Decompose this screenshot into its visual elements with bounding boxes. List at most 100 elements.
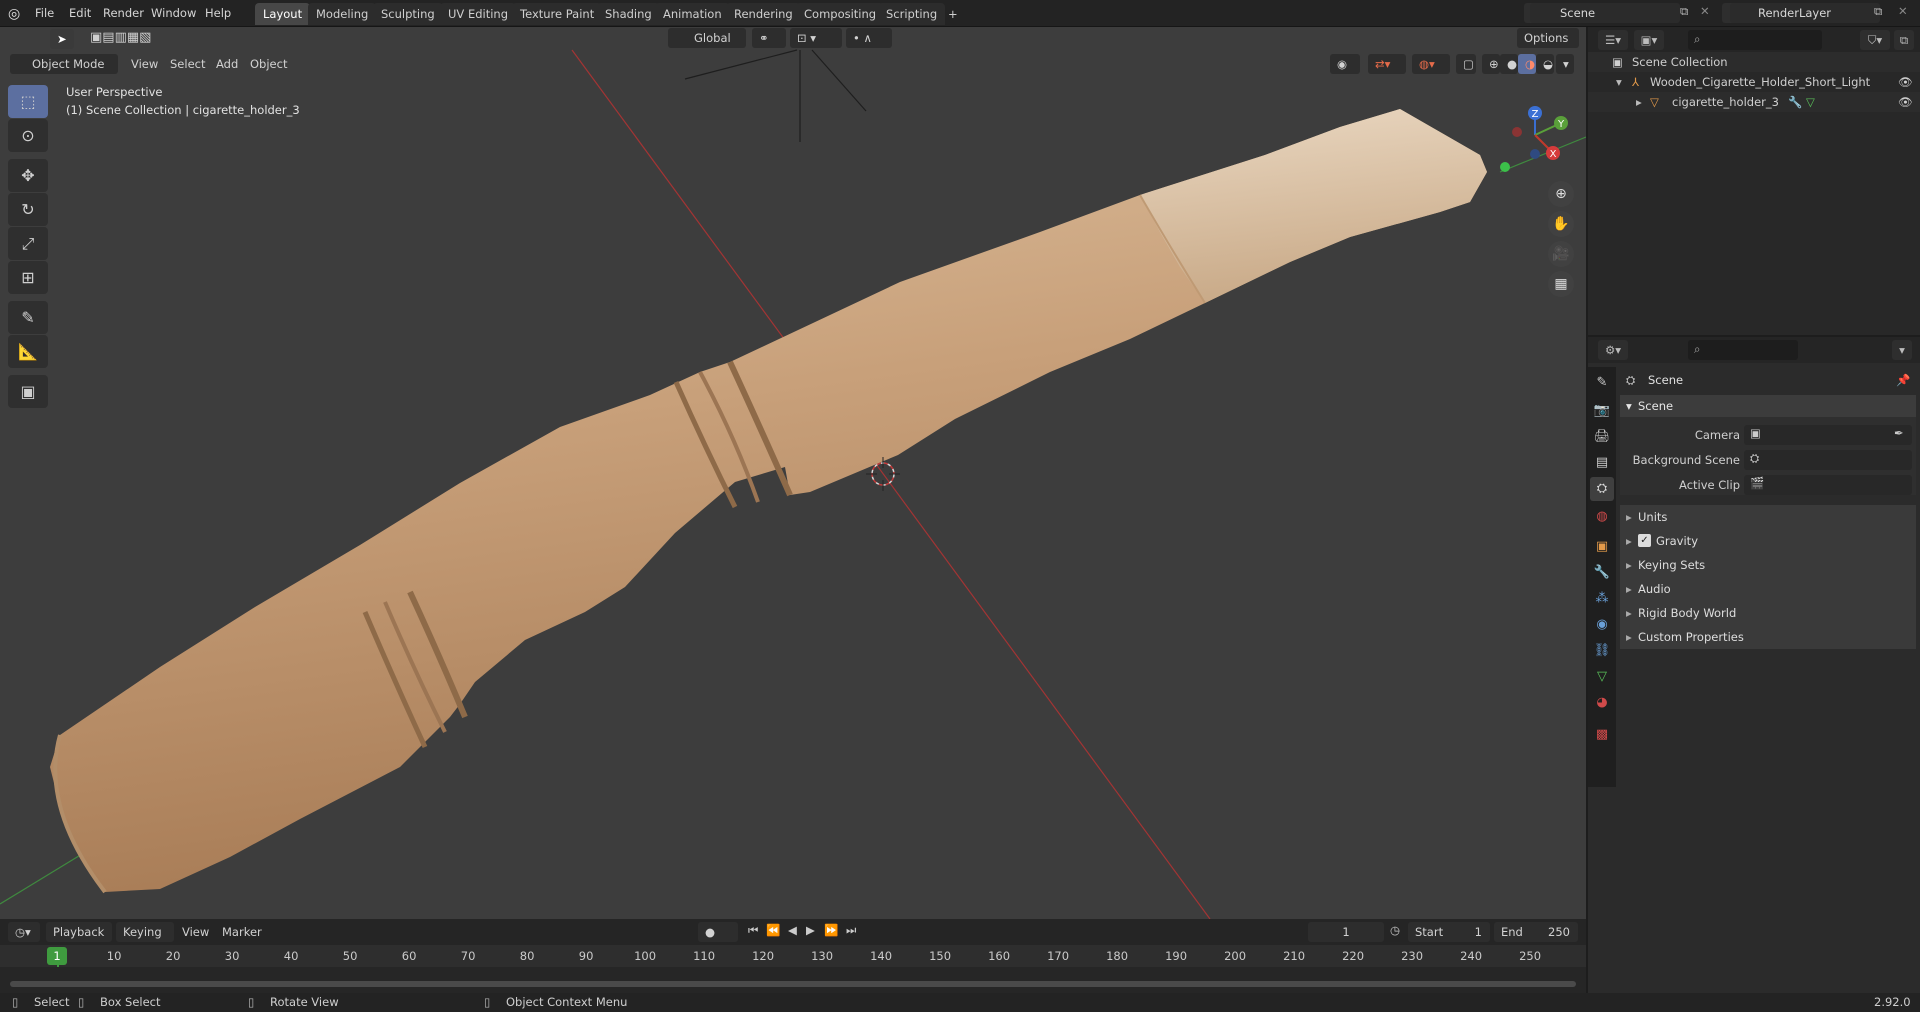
object-tab-icon[interactable]: ▣: [1590, 535, 1614, 559]
constraints-tab-icon[interactable]: ⛓: [1590, 639, 1614, 663]
tool-tab-icon[interactable]: ✎: [1590, 371, 1614, 395]
new-collection-icon[interactable]: ⧉: [1894, 30, 1914, 50]
properties-options-icon[interactable]: ▾: [1892, 340, 1912, 360]
menu-window[interactable]: Window: [144, 0, 203, 27]
shading-rendered-icon[interactable]: ◒: [1536, 54, 1554, 74]
navigation-gizmo[interactable]: Z Y X: [1495, 95, 1575, 185]
proportional-editing-toggle[interactable]: • ∧: [846, 28, 892, 48]
tab-shading[interactable]: Shading: [597, 3, 660, 25]
outliner-display-mode-icon[interactable]: ▣▾: [1634, 30, 1664, 50]
viewport-menu-view[interactable]: View: [131, 54, 158, 74]
eye-icon[interactable]: 👁: [1898, 72, 1913, 92]
properties-editor-type-icon[interactable]: ⚙▾: [1598, 340, 1628, 360]
view-layer-field[interactable]: RenderLayer: [1730, 3, 1880, 23]
new-view-layer-icon[interactable]: ⧉: [1874, 4, 1882, 19]
select-tool-icon[interactable]: ➤: [50, 29, 74, 49]
scene-panel-header[interactable]: ▾ Scene: [1620, 395, 1916, 417]
mesh-data-icon[interactable]: ▽: [1806, 92, 1815, 112]
jump-end-icon[interactable]: ⏭: [846, 923, 856, 938]
gizmo-toggle[interactable]: ⇄▾: [1368, 54, 1406, 74]
camera-field[interactable]: [1744, 425, 1912, 445]
select-box-tool-icon[interactable]: ⬚: [8, 85, 48, 118]
auto-keying-icon[interactable]: ●: [698, 922, 738, 942]
transform-orientation-dropdown[interactable]: Global: [668, 28, 746, 48]
tab-scripting[interactable]: Scripting: [878, 3, 946, 25]
shading-solid-icon[interactable]: ●: [1500, 54, 1518, 74]
outliner-editor-type-icon[interactable]: ☰▾: [1598, 30, 1628, 50]
timeline-editor-type-icon[interactable]: ◷▾: [8, 922, 40, 942]
expand-arrow-icon[interactable]: ▸: [1636, 92, 1642, 112]
timeline-scrollbar[interactable]: [10, 981, 1576, 987]
shading-material-icon[interactable]: ◑: [1518, 54, 1536, 74]
rigid-body-world-panel[interactable]: ▸ Rigid Body World: [1620, 601, 1916, 625]
preview-range-icon[interactable]: ◷: [1390, 923, 1400, 937]
modifiers-tab-icon[interactable]: 🔧: [1590, 561, 1614, 585]
delete-view-layer-icon[interactable]: ✕: [1898, 4, 1908, 18]
gravity-panel[interactable]: ▸ ✓ Gravity: [1620, 529, 1916, 553]
timeline-view-menu[interactable]: View: [182, 922, 209, 942]
viewport-menu-add[interactable]: Add: [216, 54, 238, 74]
background-scene-field[interactable]: [1744, 450, 1912, 470]
eye-icon[interactable]: 👁: [1898, 92, 1913, 112]
particles-tab-icon[interactable]: ⁂: [1590, 587, 1614, 611]
tab-animation[interactable]: Animation: [655, 3, 730, 25]
units-panel[interactable]: ▸ Units: [1620, 505, 1916, 529]
keying-menu[interactable]: Keying: [116, 922, 174, 942]
zoom-icon[interactable]: ⊕: [1548, 181, 1574, 207]
transform-tool-icon[interactable]: ⊞: [8, 261, 48, 294]
outliner-row-scene-collection[interactable]: ▣ Scene Collection: [1588, 52, 1920, 72]
tab-uv-editing[interactable]: UV Editing: [440, 3, 516, 25]
shading-wireframe-icon[interactable]: ⊕: [1482, 54, 1500, 74]
next-keyframe-icon[interactable]: ⏩: [824, 923, 838, 937]
new-scene-icon[interactable]: ⧉: [1680, 4, 1688, 19]
gravity-checkbox[interactable]: ✓: [1638, 534, 1651, 547]
tab-texture-paint[interactable]: Texture Paint: [512, 3, 603, 25]
prev-keyframe-icon[interactable]: ⏪: [766, 923, 780, 937]
tab-modeling[interactable]: Modeling: [308, 3, 377, 25]
scale-tool-icon[interactable]: ⤢: [8, 227, 48, 260]
menu-edit[interactable]: Edit: [62, 0, 98, 27]
pivot-point-dropdown[interactable]: ⚭: [752, 28, 786, 48]
menu-help[interactable]: Help: [198, 0, 238, 27]
3d-viewport[interactable]: Object Mode View Select Add Object ➤ ▣▤▥…: [0, 27, 1586, 919]
menu-render[interactable]: Render: [96, 0, 151, 27]
add-cube-tool-icon[interactable]: ▣: [8, 375, 48, 408]
tab-layout[interactable]: Layout: [255, 3, 311, 25]
world-tab-icon[interactable]: ◍: [1590, 505, 1614, 529]
timeline-track-area[interactable]: [0, 967, 1586, 993]
select-mode-icons[interactable]: ▣▤▥▦▧: [90, 30, 151, 45]
options-dropdown[interactable]: Options: [1517, 28, 1579, 48]
active-clip-field[interactable]: [1744, 475, 1912, 495]
custom-properties-panel[interactable]: ▸ Custom Properties: [1620, 625, 1916, 649]
pin-icon[interactable]: 📌: [1896, 373, 1910, 387]
tab-rendering[interactable]: Rendering: [726, 3, 801, 25]
snap-toggle[interactable]: ⊡ ▾: [790, 28, 842, 48]
eyedropper-icon[interactable]: ✒: [1894, 426, 1904, 440]
overlay-toggle[interactable]: ◍▾: [1412, 54, 1450, 74]
outliner-row-mesh[interactable]: ▸ ▽ cigarette_holder_3 🔧 ▽ 👁: [1588, 92, 1920, 112]
keying-sets-panel[interactable]: ▸ Keying Sets: [1620, 553, 1916, 577]
camera-view-icon[interactable]: 🎥: [1548, 241, 1574, 267]
render-tab-icon[interactable]: 📷: [1590, 399, 1614, 423]
cursor-tool-icon[interactable]: ⊙: [8, 119, 48, 152]
texture-tab-icon[interactable]: ▩: [1590, 723, 1614, 747]
current-frame-field[interactable]: 1: [1308, 922, 1384, 942]
visibility-dropdown[interactable]: ◉: [1330, 54, 1360, 74]
playhead[interactable]: 1: [47, 947, 67, 965]
modifier-wrench-icon[interactable]: 🔧: [1788, 92, 1802, 112]
tab-sculpting[interactable]: Sculpting: [373, 3, 443, 25]
object-mode-dropdown[interactable]: Object Mode: [10, 54, 118, 74]
delete-scene-icon[interactable]: ✕: [1700, 4, 1710, 18]
tab-compositing[interactable]: Compositing: [796, 3, 885, 25]
move-tool-icon[interactable]: ✥: [8, 159, 48, 192]
start-frame-field[interactable]: Start 1: [1408, 922, 1490, 942]
viewport-menu-select[interactable]: Select: [170, 54, 205, 74]
properties-search-input[interactable]: [1688, 340, 1798, 360]
jump-start-icon[interactable]: ⏮: [748, 923, 758, 938]
outliner-filter-icon[interactable]: ⛉▾: [1860, 30, 1890, 50]
play-icon[interactable]: ▶: [806, 923, 815, 937]
end-frame-field[interactable]: End 250: [1494, 922, 1578, 942]
timeline-marker-menu[interactable]: Marker: [222, 922, 262, 942]
measure-tool-icon[interactable]: 📐: [8, 335, 48, 368]
audio-panel[interactable]: ▸ Audio: [1620, 577, 1916, 601]
